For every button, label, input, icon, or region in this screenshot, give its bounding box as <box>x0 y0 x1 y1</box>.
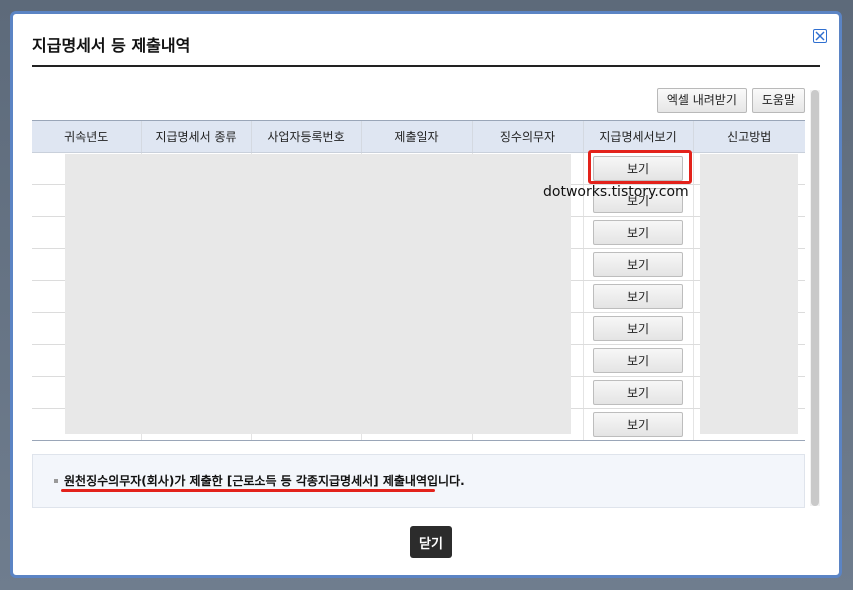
col-header-statement-type: 지급명세서 종류 <box>140 120 251 153</box>
col-header-business-number: 사업자등록번호 <box>250 120 361 153</box>
view-statement-button[interactable]: 보기 <box>593 348 683 373</box>
view-statement-button[interactable]: 보기 <box>593 412 683 437</box>
table-toolbar: 엑셀 내려받기 도움말 <box>656 88 805 113</box>
redacted-area-right <box>700 154 798 434</box>
view-statement-button[interactable]: 보기 <box>593 284 683 309</box>
submission-history-dialog: 지급명세서 등 제출내역 엑셀 내려받기 도움말 귀속년도 지급명세서 종류 사… <box>10 11 842 578</box>
table-header-row: 귀속년도 지급명세서 종류 사업자등록번호 제출일자 징수의무자 지급명세서보기… <box>32 120 805 153</box>
table-cell: 보기 <box>582 280 693 313</box>
view-statement-button[interactable]: 보기 <box>593 252 683 277</box>
title-divider <box>32 65 820 67</box>
dialog-title: 지급명세서 등 제출내역 <box>32 36 191 55</box>
view-statement-button[interactable]: 보기 <box>593 220 683 245</box>
table-cell: 보기 <box>582 248 693 281</box>
table-cell: 보기 <box>582 344 693 377</box>
view-statement-button[interactable]: 보기 <box>593 316 683 341</box>
excel-download-button[interactable]: 엑셀 내려받기 <box>656 88 747 113</box>
table-cell: 보기 <box>582 376 693 409</box>
col-header-view-statement: 지급명세서보기 <box>582 120 693 153</box>
table-cell: 보기 <box>582 408 693 441</box>
notice-box: 원천징수의무자(회사)가 제출한 [근로소득 등 각종지급명세서] 제출내역입니… <box>32 454 805 508</box>
dialog-content-scroll-area[interactable]: 엑셀 내려받기 도움말 귀속년도 지급명세서 종류 사업자등록번호 제출일자 징… <box>32 84 820 519</box>
close-x-icon <box>815 31 825 41</box>
table-cell: 보기 <box>582 312 693 345</box>
watermark-text: dotworks.tistory.com <box>543 184 689 200</box>
view-statement-button[interactable]: 보기 <box>593 156 683 181</box>
view-statement-button[interactable]: 보기 <box>593 380 683 405</box>
table-cell: 보기 <box>582 216 693 249</box>
col-header-withholding-agent: 징수의무자 <box>471 120 583 153</box>
col-header-submission-date: 제출일자 <box>360 120 472 153</box>
dialog-close-button[interactable] <box>813 29 827 43</box>
table-cell: 보기 <box>582 152 693 185</box>
close-dialog-button[interactable]: 닫기 <box>410 526 452 558</box>
redacted-area-left <box>65 154 571 434</box>
scrollbar-thumb[interactable] <box>811 90 819 506</box>
vertical-scrollbar[interactable] <box>810 90 820 506</box>
bullet-icon <box>54 479 58 483</box>
col-header-filing-method: 신고방법 <box>692 120 805 153</box>
annotation-underline <box>61 489 435 492</box>
help-button[interactable]: 도움말 <box>751 88 805 113</box>
notice-text: 원천징수의무자(회사)가 제출한 [근로소득 등 각종지급명세서] 제출내역입니… <box>64 474 465 488</box>
col-header-attribution-year: 귀속년도 <box>32 120 141 153</box>
